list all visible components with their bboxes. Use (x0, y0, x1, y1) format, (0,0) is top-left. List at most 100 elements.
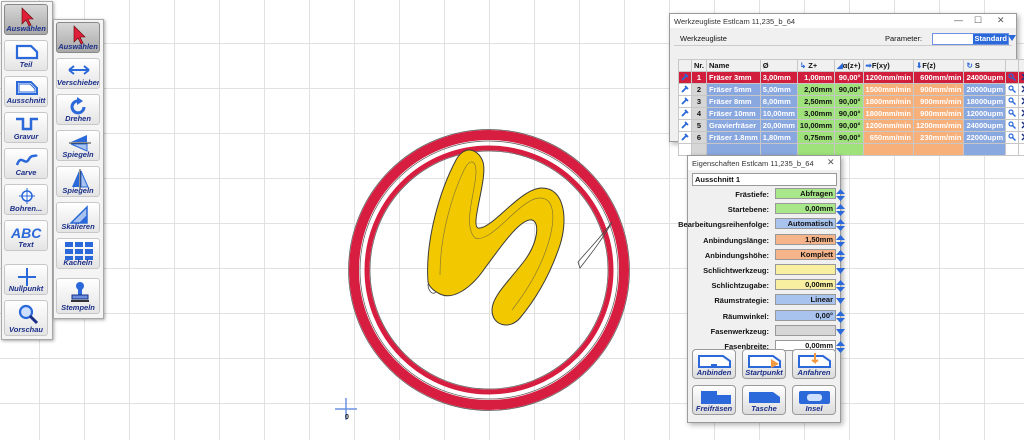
row-indicator-icon[interactable] (678, 71, 692, 84)
edit-tool-icon[interactable] (1005, 131, 1020, 144)
parameter-select[interactable]: Standard (932, 33, 1009, 45)
row-indicator-icon[interactable] (678, 83, 692, 96)
col-name[interactable]: Name (706, 59, 761, 72)
transform-select-button[interactable]: Auswählen (56, 22, 100, 53)
edit-tool-icon[interactable] (1005, 83, 1020, 96)
tool-origin-button[interactable]: Nullpunkt (4, 264, 48, 295)
property-value[interactable]: 0,00° (775, 309, 836, 321)
tool-row[interactable]: 4 Fräser 10mm 10,00mm 3,00mm 90,00° 1800mm/mi… (678, 107, 1024, 120)
anbinden-button[interactable]: Anbinden (692, 349, 736, 379)
tasche-button[interactable]: Tasche (742, 385, 786, 415)
window-title: Eigenschaften Estlcam 11,235_b_64 (692, 159, 814, 168)
property-value[interactable]: 1,50mm (775, 233, 836, 245)
origin-label: 0 (345, 414, 349, 421)
tool-name: Gravierfräser (706, 119, 761, 132)
tool-angle: 90,00° (834, 107, 864, 120)
property-value[interactable] (775, 264, 836, 275)
property-value[interactable] (775, 324, 836, 336)
tool-feed-z: 900mm/min (912, 83, 965, 96)
tool-text-button[interactable]: ABC Text (4, 220, 48, 251)
spinner-icon[interactable] (836, 234, 845, 247)
move-button[interactable]: Verschieben (56, 58, 100, 89)
insel-button[interactable]: Insel (792, 385, 836, 415)
property-value[interactable]: Linear (775, 294, 836, 306)
property-value[interactable]: 0,00mm (775, 203, 836, 215)
col-fxy[interactable]: ➡F(xy) (862, 59, 915, 72)
tool-list-titlebar[interactable]: Werkzeugliste Estlcam 11,235_b_64 — ☐ ✕ (670, 14, 1016, 28)
rotate-button[interactable]: Drehen (56, 94, 100, 125)
tool-carve-button[interactable]: Carve (4, 148, 48, 179)
freifräsen-button[interactable]: Freifräsen (692, 385, 736, 415)
row-indicator-icon[interactable] (678, 95, 692, 108)
spinner-icon[interactable] (836, 310, 845, 323)
property-value[interactable]: Automatisch (775, 218, 836, 230)
tool-feed-xy: 1800mm/min (862, 107, 915, 120)
properties-titlebar[interactable]: Eigenschaften Estlcam 11,235_b_64 ✕ (688, 156, 840, 170)
spinner-icon[interactable] (836, 189, 845, 201)
tool-name: Fräser 8mm (706, 95, 761, 108)
tool-zplus: 2,50mm (796, 95, 836, 108)
chevron-down-icon[interactable] (836, 295, 845, 306)
row-indicator-icon[interactable] (678, 119, 692, 132)
delete-tool-icon[interactable] (1018, 131, 1024, 144)
close-icon[interactable]: ✕ (827, 157, 835, 168)
spinner-icon[interactable] (836, 249, 845, 262)
tool-part-button[interactable]: Teil (4, 40, 48, 71)
row-indicator-icon[interactable] (678, 107, 692, 120)
col-fz[interactable]: ⬇F(z) (912, 59, 965, 72)
property-label: Frästiefe: (735, 190, 769, 199)
mirror-h-button[interactable]: Spiegeln (56, 130, 100, 161)
col-speed[interactable]: ↻ S (963, 59, 1007, 72)
maximize-icon[interactable]: ☐ (974, 15, 982, 26)
delete-tool-icon[interactable] (1018, 71, 1024, 84)
spinner-icon[interactable] (836, 219, 845, 232)
parameter-value: Standard (973, 34, 1008, 44)
object-name-field[interactable]: Ausschnitt 1 (692, 173, 837, 186)
minimize-icon[interactable]: — (954, 15, 963, 25)
tool-row[interactable]: 2 Fräser 5mm 5,00mm 2,00mm 90,00° 1500mm/min 9… (678, 83, 1024, 96)
spinner-icon[interactable] (836, 280, 845, 293)
col-diameter[interactable]: Ø (759, 59, 798, 72)
tool-list-menu[interactable]: Werkzeugliste (680, 34, 727, 43)
chevron-down-icon[interactable] (1008, 34, 1016, 42)
property-value[interactable]: 0,00mm (775, 279, 836, 291)
delete-tool-icon[interactable] (1018, 107, 1024, 120)
close-icon[interactable]: ✕ (997, 15, 1005, 26)
edit-tool-icon[interactable] (1005, 119, 1020, 132)
tool-row[interactable]: 1 Fräser 3mm 3,00mm 1,00mm 90,00° 1200mm/min 6… (678, 71, 1024, 84)
tool-row[interactable]: 3 Fräser 8mm 8,00mm 2,50mm 90,00° 1800mm/min 9… (678, 95, 1024, 108)
tool-engrave-button[interactable]: Gravur (4, 112, 48, 143)
tool-row[interactable]: 6 Fräser 1.8mm 1,80mm 0,75mm 90,00° 650mm/min… (678, 131, 1024, 144)
edit-tool-icon[interactable] (1005, 107, 1020, 120)
col-nr[interactable]: Nr. (690, 59, 708, 72)
row-indicator-icon[interactable] (678, 131, 692, 144)
spinner-icon[interactable] (836, 204, 845, 217)
text-abc-icon: ABC (10, 225, 42, 241)
tile-button[interactable]: Kacheln (56, 238, 100, 269)
chevron-down-icon[interactable] (836, 326, 845, 337)
chevron-down-icon[interactable] (836, 265, 845, 276)
tool-preview-button[interactable]: Vorschau (4, 300, 48, 336)
tool-row-empty[interactable] (678, 143, 1024, 156)
tool-diameter: 3,00mm (759, 71, 798, 84)
mirror-v-button[interactable]: Spiegeln (56, 166, 100, 197)
property-value[interactable]: Abfragen (775, 188, 836, 199)
startpunkt-button[interactable]: Startpunkt (742, 349, 786, 379)
scale-button[interactable]: Skalieren (56, 202, 100, 233)
tool-row[interactable]: 5 Gravierfräser 20,00mm 10,00mm 90,00° 1200mm… (678, 119, 1024, 132)
col-zplus[interactable]: ↳ Z+ (796, 59, 836, 72)
edit-tool-icon[interactable] (1005, 71, 1020, 84)
delete-tool-icon[interactable] (1018, 83, 1024, 96)
delete-tool-icon[interactable] (1018, 119, 1024, 132)
delete-tool-icon[interactable] (1018, 95, 1024, 108)
tool-select-button[interactable]: Auswählen (4, 4, 48, 35)
stamp-button[interactable]: Stempeln (56, 278, 100, 314)
anfahren-button[interactable]: Anfahren (792, 349, 836, 379)
edit-tool-icon[interactable] (1005, 95, 1020, 108)
tool-cutout-button[interactable]: Ausschnitt (4, 76, 48, 107)
tool-drill-button[interactable]: Bohren... (4, 184, 48, 215)
col-angle[interactable]: ◢α(z+) (834, 59, 864, 72)
tool-list-window: Werkzeugliste Estlcam 11,235_b_64 — ☐ ✕ … (669, 13, 1024, 156)
property-value[interactable]: Komplett (775, 248, 836, 260)
tool-angle: 90,00° (834, 119, 864, 132)
